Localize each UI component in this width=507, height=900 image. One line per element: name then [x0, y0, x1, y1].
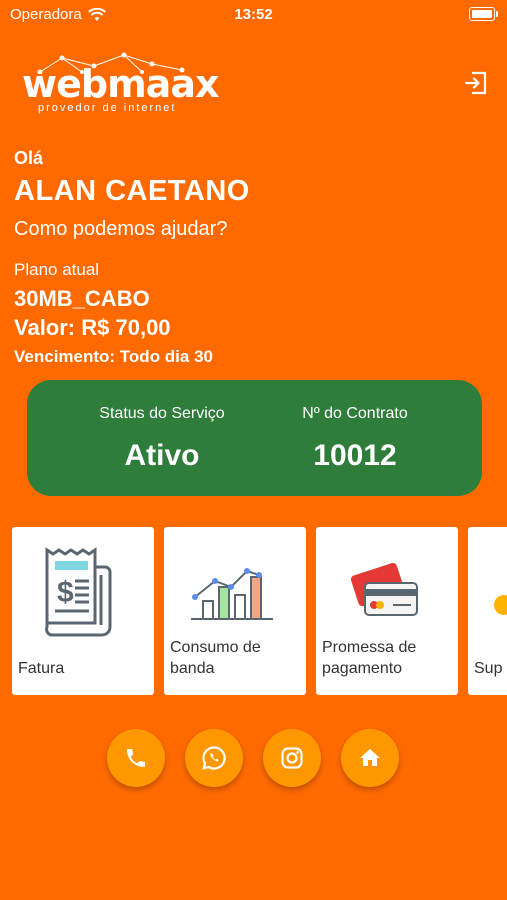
logout-icon[interactable] — [463, 70, 489, 96]
tile-payment-promise[interactable]: Promessa de pagamento — [316, 527, 458, 695]
greeting-hello: Olá — [14, 148, 44, 168]
support-icon — [468, 547, 507, 637]
tile-bandwidth[interactable]: Consumo de banda — [164, 527, 306, 695]
brand-logo: webmaax provedor de internet — [22, 52, 219, 118]
plan-label: Plano atual — [14, 260, 100, 279]
user-name: ALAN CAETANO — [14, 175, 250, 207]
credit-card-icon — [316, 547, 458, 637]
status-bar: Operadora 13:52 — [0, 0, 507, 30]
tile-payment-promise-label: Promessa de pagamento — [322, 639, 417, 677]
plan-value: Valor: R$ 70,00 — [14, 315, 171, 340]
bandwidth-chart-icon — [164, 547, 306, 637]
service-status-value: Ativo — [124, 439, 200, 472]
help-prompt: Como podemos ajudar? — [14, 218, 228, 240]
home-icon — [360, 749, 380, 766]
contact-actions — [0, 729, 507, 787]
tile-bandwidth-label: Consumo de banda — [170, 639, 261, 677]
contract-number-label: Nº do Contrato — [302, 405, 408, 422]
contract-number-value: 10012 — [313, 439, 397, 472]
clock: 13:52 — [234, 6, 273, 23]
tile-support-label: Sup — [474, 660, 503, 677]
instagram-button[interactable] — [263, 729, 321, 787]
tile-invoice[interactable]: $ Fatura — [12, 527, 154, 695]
phone-icon — [127, 749, 145, 767]
service-status: Status do Serviço Ativo — [62, 380, 262, 473]
whatsapp-button[interactable] — [185, 729, 243, 787]
service-status-card: Status do Serviço Ativo Nº do Contrato 1… — [27, 380, 482, 496]
tile-support[interactable]: Sup — [468, 527, 507, 695]
logo-tagline: provedor de internet — [38, 102, 177, 114]
service-status-label: Status do Serviço — [99, 405, 225, 422]
plan-name: 30MB_CABO — [14, 286, 150, 311]
phone-button[interactable] — [107, 729, 165, 787]
logo-wordmark: webmaax — [22, 62, 219, 106]
instagram-icon — [281, 747, 303, 769]
svg-text:$: $ — [57, 576, 74, 609]
whatsapp-icon — [202, 746, 226, 770]
invoice-icon: $ — [12, 547, 154, 637]
plan-due-date: Vencimento: Todo dia 30 — [14, 347, 213, 366]
contract-number: Nº do Contrato 10012 — [255, 380, 455, 473]
home-button[interactable] — [341, 729, 399, 787]
battery-icon — [469, 7, 498, 21]
tile-invoice-label: Fatura — [18, 660, 65, 677]
service-tiles: $ Fatura Consumo de banda Promessa de pa… — [12, 527, 507, 697]
